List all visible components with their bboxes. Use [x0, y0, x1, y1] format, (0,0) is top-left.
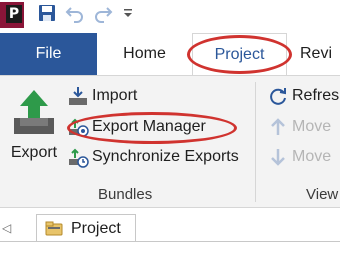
- scroll-left-button[interactable]: ◁: [2, 220, 14, 236]
- redo-icon: [93, 3, 113, 28]
- document-tab-project[interactable]: Project: [36, 214, 136, 242]
- undo-button[interactable]: [64, 4, 86, 26]
- save-icon: [37, 3, 57, 28]
- export-manager-label: Export Manager: [92, 118, 206, 135]
- export-manager-icon: [66, 115, 90, 139]
- synchronize-exports-icon: [66, 145, 90, 169]
- move-up-label: Move: [292, 118, 332, 135]
- move-down-button[interactable]: Move: [266, 144, 331, 170]
- tab-home[interactable]: Home: [97, 33, 192, 75]
- export-manager-button[interactable]: Export Manager: [66, 114, 206, 140]
- quick-access-toolbar: P: [0, 0, 340, 33]
- document-tab-label: Project: [71, 219, 121, 237]
- tab-review[interactable]: Revi: [300, 33, 340, 75]
- customize-dropdown-icon: [122, 6, 134, 25]
- tab-project[interactable]: Project: [192, 33, 287, 75]
- undo-icon: [65, 3, 85, 28]
- arrow-down-icon: [266, 145, 290, 169]
- refresh-button[interactable]: Refresh: [266, 83, 340, 109]
- app-logo: P: [0, 2, 24, 28]
- export-button[interactable]: Export: [6, 84, 62, 164]
- view-group-label: View: [306, 186, 339, 203]
- project-icon: [45, 221, 63, 237]
- refresh-label: Refresh: [292, 87, 340, 104]
- synchronize-exports-label: Synchronize Exports: [92, 148, 239, 165]
- customize-toolbar-button[interactable]: [120, 4, 136, 26]
- document-tab-strip: ◁ Project: [0, 208, 340, 253]
- bundles-group-label: Bundles: [98, 186, 153, 203]
- group-separator: [255, 82, 256, 202]
- tab-strip-divider: [0, 241, 340, 242]
- refresh-icon: [266, 84, 290, 108]
- redo-button[interactable]: [92, 4, 114, 26]
- import-icon: [66, 84, 90, 108]
- ribbon-panel: Export Import Export Manager Synchronize…: [0, 75, 340, 208]
- app-logo-letter: P: [6, 5, 22, 23]
- ribbon-tab-row: File Home Project Revi: [0, 33, 340, 75]
- export-icon: [12, 88, 56, 143]
- arrow-up-icon: [266, 115, 290, 139]
- save-button[interactable]: [36, 4, 58, 26]
- import-label: Import: [92, 87, 138, 104]
- synchronize-exports-button[interactable]: Synchronize Exports: [66, 144, 239, 170]
- chevron-left-icon: ◁: [2, 221, 12, 235]
- move-up-button[interactable]: Move: [266, 114, 331, 140]
- move-down-label: Move: [292, 148, 332, 165]
- import-button[interactable]: Import: [66, 83, 137, 109]
- export-label: Export: [10, 144, 58, 161]
- tab-file[interactable]: File: [0, 33, 97, 75]
